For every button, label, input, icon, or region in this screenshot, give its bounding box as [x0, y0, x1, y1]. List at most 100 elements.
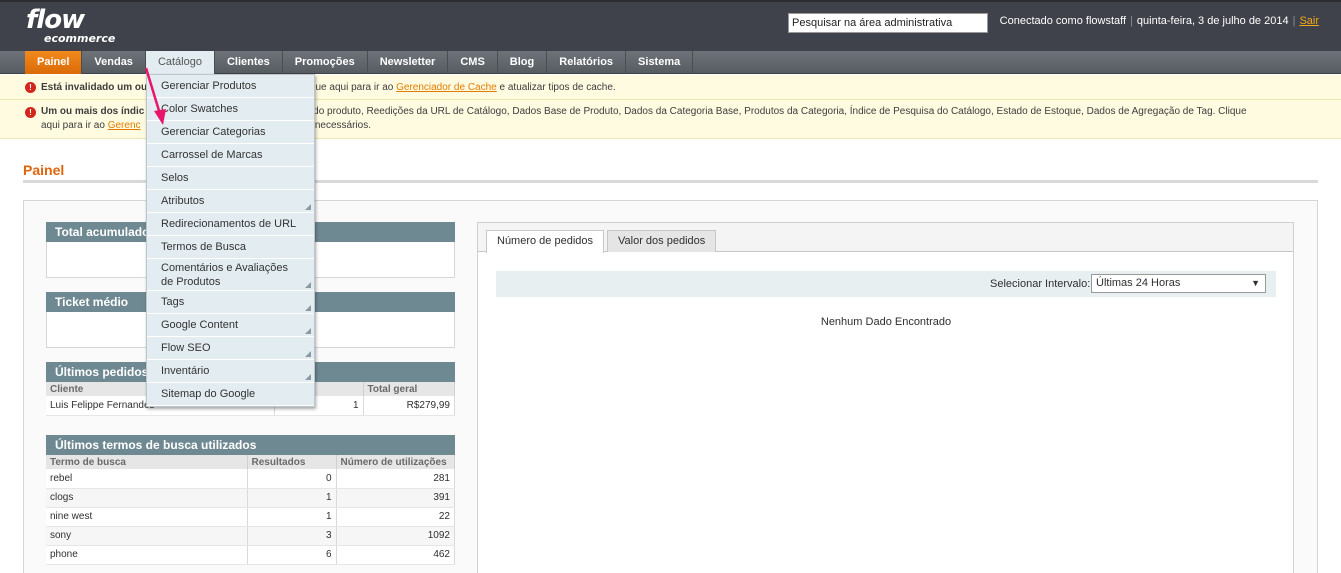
notice-bold: Um ou mais dos índic: [41, 106, 145, 117]
notice-text: que aqui para ir ao: [309, 82, 394, 93]
tab-orders-count[interactable]: Número de pedidos: [486, 230, 605, 253]
column-header[interactable]: Total geral: [363, 382, 455, 396]
admin-search-input[interactable]: [788, 13, 988, 33]
notice-text: aqui para ir ao: [41, 120, 105, 131]
catalog-menu-item[interactable]: Tags: [147, 291, 314, 314]
catalog-menu-item-label: Carrossel de Marcas: [161, 149, 263, 161]
range-select[interactable]: Últimas 24 Horas ▼: [1091, 274, 1266, 293]
catalog-menu-item-label: Tags: [161, 296, 185, 308]
catalog-menu-item-label: Color Swatches: [161, 103, 239, 115]
notice-text: s do produto, Reedições da URL de Catálo…: [305, 106, 1247, 117]
cell: 0: [247, 469, 337, 489]
column-header[interactable]: Termo de busca: [46, 455, 248, 469]
header-info: Conectado como flowstaff | quinta-feira, 3…: [1000, 15, 1319, 27]
cache-manager-link[interactable]: Gerenciador de Cache: [396, 82, 497, 93]
cell: 281: [336, 469, 455, 489]
range-label: Selecionar Intervalo:: [990, 278, 1091, 290]
cell: rebel: [46, 469, 248, 489]
tab-orders-value[interactable]: Valor dos pedidos: [607, 230, 717, 252]
catalog-menu-item[interactable]: Comentários e Avaliações de Produtos: [147, 259, 314, 291]
chevron-down-icon: ▼: [1251, 278, 1260, 288]
submenu-arrow-icon: [305, 328, 311, 334]
nav-newsletter[interactable]: Newsletter: [368, 51, 449, 74]
catalog-menu-item[interactable]: Atributos: [147, 190, 314, 213]
catalog-menu-item-label: Gerenciar Produtos: [161, 80, 257, 92]
nav-cms[interactable]: CMS: [448, 51, 498, 74]
main-nav: Painel Vendas Catálogo Clientes Promoçõe…: [0, 51, 1341, 74]
catalog-menu-item-label: Gerenciar Categorias: [161, 126, 266, 138]
nav-catalogo[interactable]: Catálogo: [145, 51, 215, 74]
catalog-menu-item-label: Selos: [161, 172, 189, 184]
submenu-arrow-icon: [305, 282, 311, 288]
nav-blog[interactable]: Blog: [498, 51, 548, 74]
logo-main: flow: [26, 5, 85, 35]
catalog-menu-item[interactable]: Sitemap do Google: [147, 383, 314, 406]
nav-sistema[interactable]: Sistema: [626, 51, 694, 74]
catalog-menu-item-label: Inventário: [161, 365, 210, 377]
logo[interactable]: flow ecommerce: [26, 5, 115, 45]
section-search-head: Últimos termos de busca utilizados: [46, 435, 455, 455]
catalog-menu-item[interactable]: Google Content: [147, 314, 314, 337]
nav-clientes[interactable]: Clientes: [215, 51, 283, 74]
cell: R$279,99: [363, 396, 455, 416]
nav-vendas[interactable]: Vendas: [82, 51, 146, 74]
nav-relatorios[interactable]: Relatórios: [547, 51, 627, 74]
no-data-message: Nenhum Dado Encontrado: [820, 316, 952, 328]
cell: 1092: [336, 526, 455, 546]
catalog-menu-item-label: Redirecionamentos de URL: [161, 218, 297, 230]
cell: 3: [247, 526, 337, 546]
cell: sony: [46, 526, 248, 546]
catalog-menu-item[interactable]: Selos: [147, 167, 314, 190]
catalog-menu-item-label: Flow SEO: [161, 342, 211, 354]
column-header[interactable]: Resultados: [247, 455, 337, 469]
header-bar: flow ecommerce Conectado como flowstaff|…: [0, 0, 1341, 51]
catalog-menu-item[interactable]: Inventário: [147, 360, 314, 383]
logout-link[interactable]: Sair: [1299, 15, 1319, 27]
catalog-menu-item[interactable]: Flow SEO: [147, 337, 314, 360]
cell: 462: [336, 545, 455, 565]
separator: |: [1130, 15, 1133, 27]
date-text: quinta-feira, 3 de julho de 2014: [1136, 15, 1289, 27]
catalog-menu-item[interactable]: Color Swatches: [147, 98, 314, 121]
catalog-menu-item-label: Comentários e Avaliações de Produtos: [161, 261, 288, 288]
nav-promocoes[interactable]: Promoções: [283, 51, 368, 74]
table-row[interactable]: sony 3 1092: [46, 526, 455, 546]
catalog-menu-item-label: Atributos: [161, 195, 205, 207]
table-row[interactable]: clogs 1 391: [46, 488, 455, 508]
catalog-menu-item[interactable]: Carrossel de Marcas: [147, 144, 314, 167]
cell: 391: [336, 488, 455, 508]
catalog-menu-item-label: Termos de Busca: [161, 241, 246, 253]
logo-sub: ecommerce: [44, 32, 116, 45]
cell: 6: [247, 545, 337, 565]
page-title: Painel: [23, 162, 65, 178]
submenu-arrow-icon: [305, 351, 311, 357]
catalog-menu-item[interactable]: Gerenciar Categorias: [147, 121, 314, 144]
catalog-menu-item[interactable]: Gerenciar Produtos: [147, 75, 314, 98]
submenu-arrow-icon: [305, 204, 311, 210]
column-header[interactable]: Número de utilizações: [336, 455, 455, 469]
submenu-arrow-icon: [305, 374, 311, 380]
separator: |: [1292, 15, 1296, 27]
table-row[interactable]: nine west 1 22: [46, 507, 455, 527]
cell: 1: [247, 507, 337, 527]
table-row[interactable]: rebel 0 281: [46, 469, 455, 489]
submenu-arrow-icon: [305, 305, 311, 311]
cell: phone: [46, 545, 248, 565]
catalog-menu-item[interactable]: Redirecionamentos de URL: [147, 213, 314, 236]
logged-in-text: Conectado como flowstaff: [999, 15, 1127, 27]
error-icon: !: [25, 82, 36, 93]
notice-bold: Está invalidado um ou: [41, 82, 148, 93]
catalog-dropdown-menu: Gerenciar Produtos Color Swatches Gerencia…: [146, 74, 315, 407]
catalog-menu-item-label: Sitemap do Google: [161, 388, 256, 400]
catalog-menu-item[interactable]: Termos de Busca: [147, 236, 314, 259]
search-terms-table: Termo de busca Resultados Número de util…: [46, 455, 455, 565]
notice-text: e atualizar tipos de cache.: [499, 82, 616, 93]
nav-painel[interactable]: Painel: [25, 51, 83, 74]
error-icon: !: [25, 107, 36, 118]
cell: clogs: [46, 488, 248, 508]
cell: 1: [247, 488, 337, 508]
index-manager-link[interactable]: Gerenc: [108, 120, 141, 131]
catalog-menu-item-label: Google Content: [161, 319, 239, 331]
table-row[interactable]: phone 6 462: [46, 545, 455, 565]
range-value: Últimas 24 Horas: [1096, 277, 1181, 289]
